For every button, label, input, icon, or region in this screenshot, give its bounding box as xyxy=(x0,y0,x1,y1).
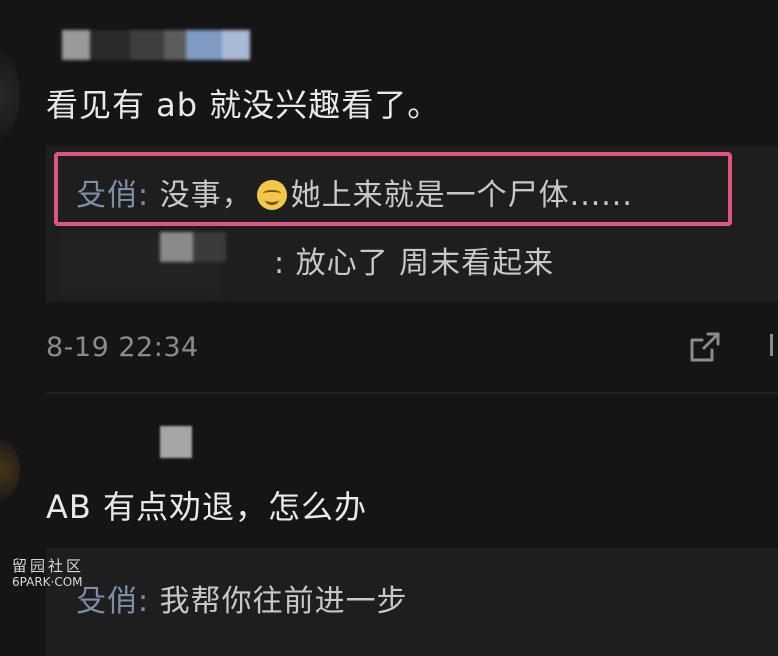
highlight-box xyxy=(54,152,732,226)
avatar-edge-glow xyxy=(0,440,20,500)
comment-1-timestamp: 8-19 22:34 xyxy=(46,332,199,363)
reply-author[interactable]: 殳俏 xyxy=(76,584,138,619)
watermark-line-2: 6PARK·COM xyxy=(12,575,83,589)
comment-divider xyxy=(46,392,778,394)
comment-2-reply-1[interactable]: 殳俏: 我帮你往前进一步 xyxy=(76,576,408,620)
comment-1-text: 看见有 ab 就没兴趣看了。 xyxy=(46,86,441,124)
reply-separator: : xyxy=(138,584,150,619)
more-menu-edge[interactable] xyxy=(770,334,778,356)
reply-text: 我帮你往前进一步 xyxy=(149,584,408,619)
comment-2-text: AB 有点劝退，怎么办 xyxy=(46,488,368,526)
watermark: 留园社区 6PARK·COM xyxy=(12,558,84,590)
reply-2-username-blurred[interactable] xyxy=(160,232,226,262)
left-edge-shadow xyxy=(0,50,20,140)
comment-1-reply-2[interactable]: : 放心了 周末看起来 xyxy=(274,238,554,282)
share-icon[interactable] xyxy=(688,330,722,364)
comment-2-username-blurred[interactable] xyxy=(160,426,192,458)
comment-screen: 看见有 ab 就没兴趣看了。 殳俏: 没事， 她上来就是一个尸体...... : … xyxy=(0,0,778,656)
comment-1-username-blurred[interactable] xyxy=(62,30,250,60)
watermark-line-1: 留园社区 xyxy=(12,557,85,575)
